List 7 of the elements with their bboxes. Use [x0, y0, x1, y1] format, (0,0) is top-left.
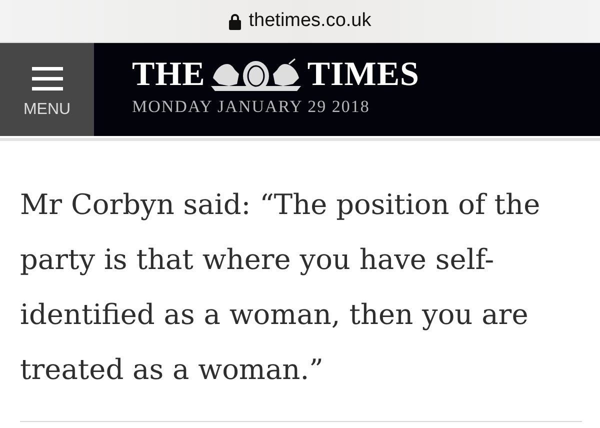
date-line: MONDAY JANUARY 29 2018 [132, 97, 371, 117]
menu-icon [32, 66, 62, 90]
menu-button[interactable]: MENU [0, 43, 94, 136]
url-text[interactable]: thetimes.co.uk [248, 10, 372, 32]
masthead-word: TIMES [307, 57, 420, 93]
article-paragraph: Mr Corbyn said: “The position of the party is that where you have self-identified as a woman, then you are treated as a woman.” [20, 187, 542, 388]
masthead-word: THE [132, 57, 206, 93]
